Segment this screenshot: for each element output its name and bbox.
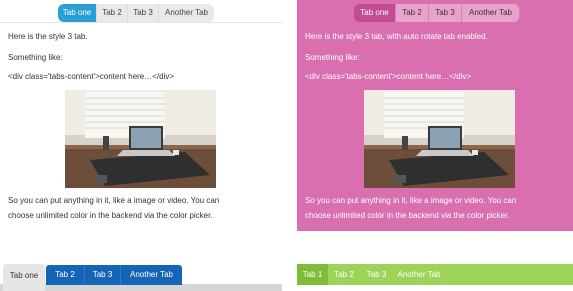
tab-one[interactable]: Tab one <box>3 264 45 291</box>
tab-another[interactable]: Another Tab <box>462 4 520 22</box>
tab-divider <box>0 22 282 23</box>
desk-laptop-photo <box>364 90 515 188</box>
content-line: Here is the style 3 tab. <box>8 32 88 41</box>
content-line: choose unlimited color in the backend vi… <box>8 211 213 220</box>
tab-3[interactable]: Tab 3 <box>360 264 393 285</box>
tab-another[interactable]: Another Tab <box>159 4 214 22</box>
content-line: So you can put anything in it, like a im… <box>305 196 517 205</box>
tab-one[interactable]: Tab one <box>58 4 97 22</box>
content-line: choose unlimited color in the backend vi… <box>305 211 510 220</box>
desk-laptop-photo <box>65 90 216 188</box>
tab-2[interactable]: Tab 2 <box>97 4 128 22</box>
tab-another[interactable]: Another Tab <box>120 265 182 285</box>
content-line: Here is the style 3 tab, with auto rotat… <box>305 32 488 41</box>
tab-one[interactable]: Tab one <box>354 4 396 22</box>
content-line: Something like: <box>8 53 63 62</box>
style3-tab-bar-pink: Tab one Tab 2 Tab 3 Another Tab <box>354 4 520 22</box>
bottom-right-tab-bar: Tab 1 Tab 2 Tab 3 Another Tab <box>297 264 573 285</box>
tab-2[interactable]: Tab 2 <box>328 264 360 285</box>
tab-3[interactable]: Tab 3 <box>84 265 120 285</box>
tab-3[interactable]: Tab 3 <box>128 4 159 22</box>
tab-2[interactable]: Tab 2 <box>46 265 84 285</box>
content-line: Something like: <box>305 53 360 62</box>
bottom-left-tab-bar: Tab one Tab 2 Tab 3 Another Tab <box>0 262 282 291</box>
tab-1[interactable]: Tab 1 <box>297 264 328 285</box>
content-line: <div class='tabs-content'>content here…<… <box>305 72 472 81</box>
tab-2[interactable]: Tab 2 <box>396 4 429 22</box>
style3-tab-bar: Tab one Tab 2 Tab 3 Another Tab <box>58 4 214 22</box>
tab-another[interactable]: Another Tab <box>393 264 445 285</box>
tab-3[interactable]: Tab 3 <box>429 4 462 22</box>
content-line: <div class='tabs-content'>content here…<… <box>8 72 175 81</box>
content-line: So you can put anything in it, like a im… <box>8 196 220 205</box>
